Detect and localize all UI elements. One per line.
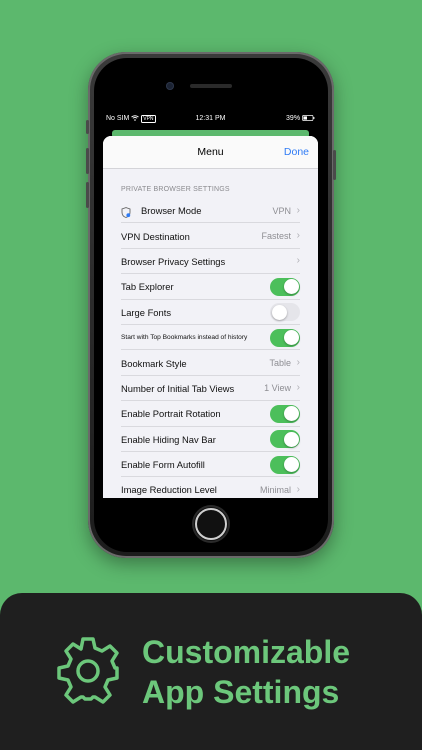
row-image-reduction[interactable]: Image Reduction Level Minimal ›: [103, 477, 318, 498]
row-form-autofill: Enable Form Autofill: [103, 452, 318, 478]
row-value: Table: [269, 358, 291, 369]
hiding-nav-bar-toggle[interactable]: [270, 430, 300, 449]
volume-up-button: [86, 148, 89, 174]
gear-icon: [53, 636, 123, 706]
banner-headline: Customizable App Settings: [142, 632, 350, 712]
row-bookmark-style[interactable]: Bookmark Style Table ›: [103, 350, 318, 377]
toggle-knob: [283, 279, 299, 295]
row-hiding-nav-bar: Enable Hiding Nav Bar: [103, 427, 318, 453]
done-button[interactable]: Done: [284, 146, 309, 158]
row-label: Enable Hiding Nav Bar: [121, 433, 216, 445]
row-value: VPN: [272, 205, 291, 216]
chevron-right-icon: ›: [296, 204, 300, 216]
row-label: Tab Explorer: [121, 281, 174, 293]
toggle-knob: [283, 431, 299, 447]
row-value: 1 View: [264, 383, 291, 394]
home-button: [192, 505, 230, 543]
home-button-ring: [195, 508, 227, 540]
shield-icon: [121, 205, 131, 219]
toggle-knob: [283, 330, 299, 346]
row-value: Fastest: [261, 231, 291, 242]
toggle-knob: [283, 457, 299, 473]
large-fonts-toggle[interactable]: [270, 303, 300, 322]
battery-status: 39%: [286, 115, 315, 122]
row-label: Browser Privacy Settings: [121, 255, 226, 267]
banner-line-1: Customizable: [142, 634, 351, 670]
chevron-right-icon: ›: [296, 357, 300, 369]
sheet-header: Menu Done: [103, 136, 318, 169]
row-large-fonts: Large Fonts: [103, 300, 318, 326]
chevron-right-icon: ›: [296, 255, 300, 267]
form-autofill-toggle[interactable]: [270, 455, 300, 474]
row-initial-tab-views[interactable]: Number of Initial Tab Views 1 View ›: [103, 376, 318, 402]
toggle-knob: [283, 406, 299, 422]
row-label: VPN Destination: [121, 230, 190, 242]
power-button: [333, 150, 336, 180]
row-label: Large Fonts: [121, 306, 172, 318]
row-top-bookmarks: Start with Top Bookmarks instead of hist…: [103, 325, 318, 351]
battery-icon: [302, 115, 315, 122]
row-browser-mode[interactable]: Browser Mode VPN ›: [103, 198, 318, 224]
volume-down-button: [86, 182, 89, 208]
banner-line-2: App Settings: [142, 674, 340, 710]
row-value: Minimal: [259, 484, 291, 495]
portrait-rotation-toggle[interactable]: [270, 404, 300, 423]
phone-screen: No SIM VPN 12:31 PM 39% Menu Done PRIVAT…: [97, 110, 324, 498]
tab-explorer-toggle[interactable]: [270, 277, 300, 296]
row-tab-explorer: Tab Explorer: [103, 274, 318, 300]
row-vpn-destination[interactable]: VPN Destination Fastest ›: [103, 223, 318, 250]
mute-switch: [86, 120, 89, 134]
front-camera: [166, 82, 174, 90]
toggle-knob: [271, 304, 287, 320]
chevron-right-icon: ›: [296, 483, 300, 495]
settings-list: Browser Mode VPN › VPN Destination Faste…: [103, 198, 318, 498]
top-bookmarks-toggle[interactable]: [270, 328, 300, 347]
chevron-right-icon: ›: [296, 230, 300, 242]
chevron-right-icon: ›: [296, 382, 300, 394]
status-bar: No SIM VPN 12:31 PM 39%: [97, 110, 324, 128]
row-label: Bookmark Style: [121, 357, 187, 369]
row-label: Enable Portrait Rotation: [121, 408, 221, 420]
menu-sheet: Menu Done PRIVATE BROWSER SETTINGS Brows…: [103, 136, 318, 498]
row-browser-privacy-settings[interactable]: Browser Privacy Settings ›: [103, 249, 318, 275]
row-portrait-rotation: Enable Portrait Rotation: [103, 401, 318, 427]
section-header: PRIVATE BROWSER SETTINGS: [121, 186, 230, 193]
row-label: Number of Initial Tab Views: [121, 382, 235, 394]
earpiece-speaker: [190, 84, 232, 88]
battery-percent: 39%: [286, 115, 301, 122]
row-label: Image Reduction Level: [121, 484, 217, 496]
row-label: Start with Top Bookmarks instead of hist…: [121, 334, 248, 342]
row-label: Enable Form Autofill: [121, 459, 205, 471]
row-label: Browser Mode: [141, 205, 202, 217]
